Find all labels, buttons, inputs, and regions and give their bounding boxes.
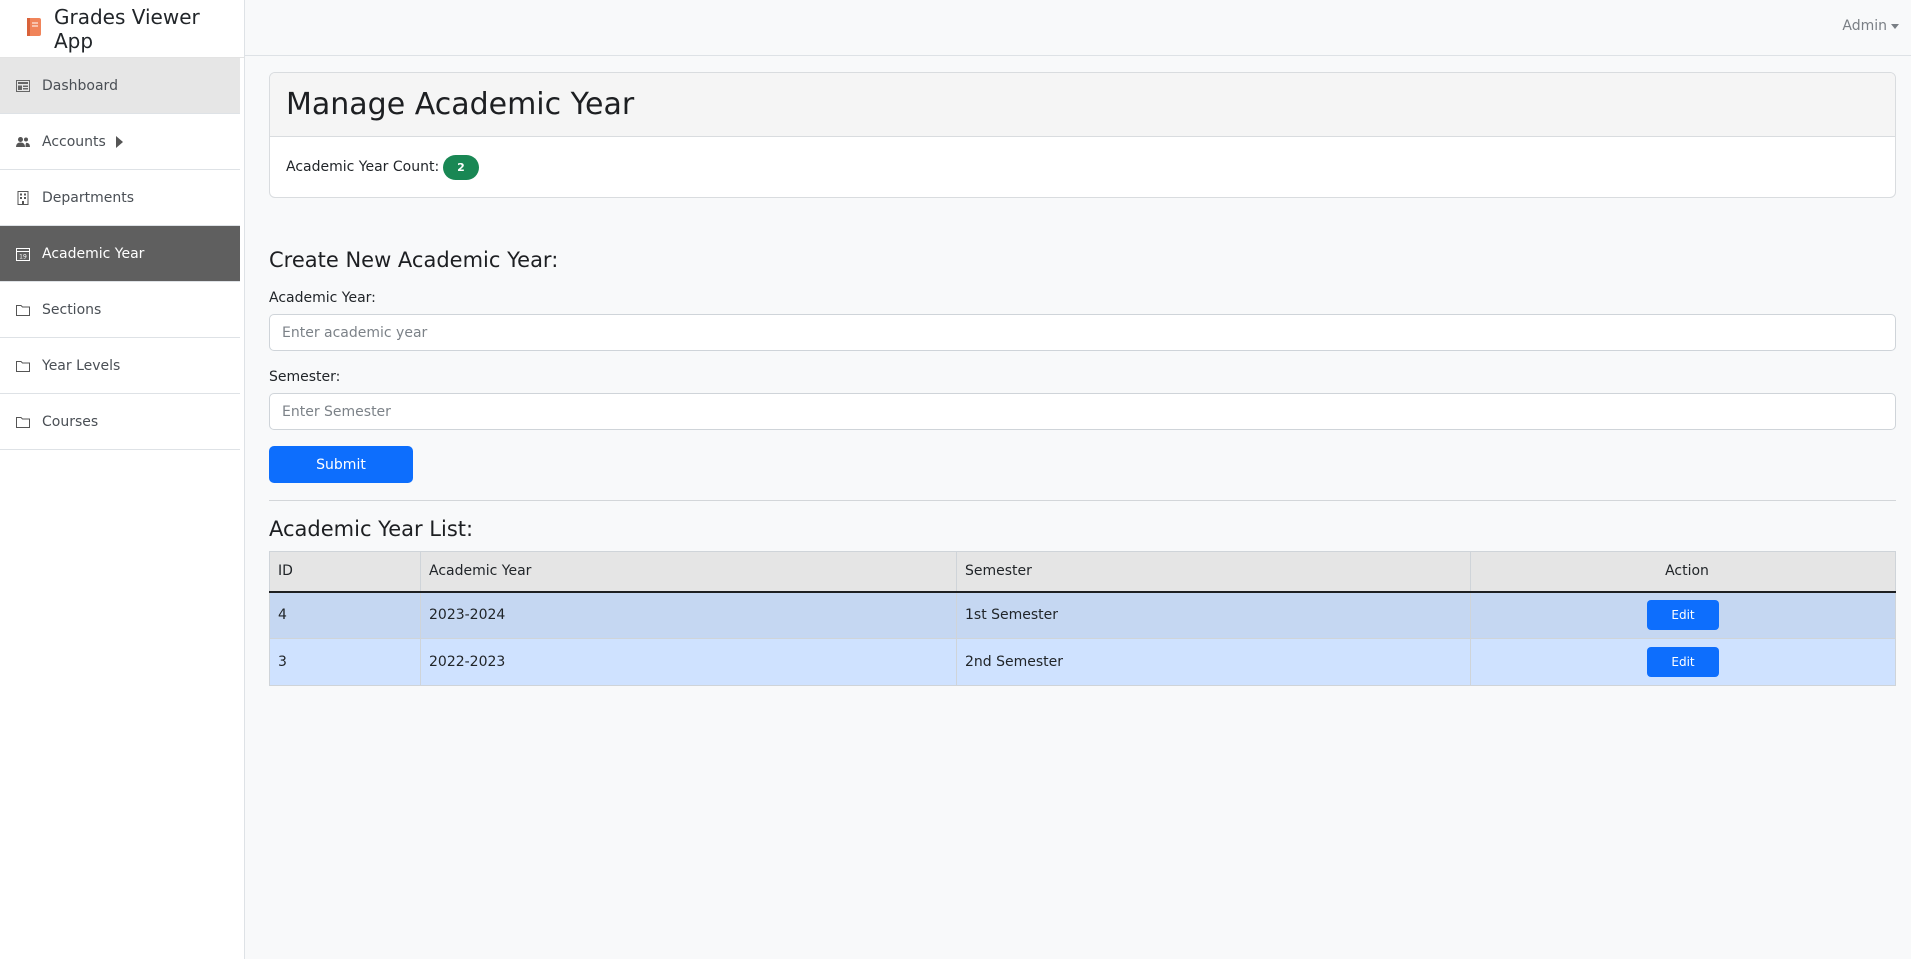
list-title: Academic Year List: [269, 517, 474, 541]
table-header-row: ID Academic Year Semester Action [269, 551, 1896, 593]
cell-semester: 1st Semester [956, 591, 1471, 639]
sidebar-item-academic-year[interactable]: 19 Academic Year [0, 226, 240, 282]
submit-button[interactable]: Submit [269, 446, 413, 483]
folder-icon [16, 303, 30, 317]
summary-card: Manage Academic Year Academic Year Count… [269, 72, 1896, 198]
sidebar-item-label: Courses [42, 413, 99, 430]
cell-action: Edit [1470, 638, 1896, 686]
count-label: Academic Year Count: [286, 159, 440, 175]
cell-academic-year: 2023-2024 [420, 591, 957, 639]
card-header: Manage Academic Year [270, 73, 1895, 137]
folder-icon [16, 359, 30, 373]
users-icon [16, 135, 30, 149]
column-header-semester: Semester [956, 551, 1471, 593]
sidebar-item-label: Academic Year [42, 245, 145, 262]
main-content: Manage Academic Year Academic Year Count… [269, 72, 1896, 686]
sidebar-item-label: Sections [42, 301, 102, 318]
card-body: Academic Year Count: 2 [270, 137, 1895, 197]
column-header-id: ID [269, 551, 421, 593]
cell-semester: 2nd Semester [956, 638, 1471, 686]
building-icon [16, 190, 30, 205]
table-row: 3 2022-2023 2nd Semester Edit [269, 638, 1896, 686]
svg-text:19: 19 [19, 253, 27, 260]
column-header-action: Action [1470, 551, 1896, 593]
edit-button[interactable]: Edit [1647, 647, 1719, 677]
sidebar-item-departments[interactable]: Departments [0, 170, 240, 226]
cell-id: 3 [269, 638, 421, 686]
brand[interactable]: Grades Viewer App [0, 0, 244, 58]
folder-icon [16, 415, 30, 429]
sidebar-item-dashboard[interactable]: Dashboard [0, 58, 240, 114]
admin-label: Admin [1842, 18, 1887, 34]
column-header-academic-year: Academic Year [420, 551, 957, 593]
book-icon [26, 17, 42, 41]
cell-id: 4 [269, 591, 421, 639]
cell-academic-year: 2022-2023 [420, 638, 957, 686]
sidebar-item-label: Year Levels [42, 357, 121, 374]
sidebar-item-label: Accounts [42, 133, 106, 150]
edit-button[interactable]: Edit [1647, 600, 1719, 631]
table-row: 4 2023-2024 1st Semester Edit [269, 591, 1896, 639]
academic-year-input[interactable] [269, 314, 1896, 351]
top-navbar: Admin [245, 0, 1911, 56]
semester-label: Semester: [269, 369, 341, 385]
sidebar-item-year-levels[interactable]: Year Levels [0, 338, 240, 394]
academic-year-table: ID Academic Year Semester Action 4 2023-… [269, 551, 1896, 686]
sidebar-item-courses[interactable]: Courses [0, 394, 240, 450]
caret-right-icon [115, 135, 123, 148]
sidebar-item-label: Departments [42, 189, 135, 206]
create-title: Create New Academic Year: [269, 248, 559, 272]
count-badge: 2 [443, 154, 479, 180]
cell-action: Edit [1470, 591, 1896, 639]
divider [269, 500, 1896, 501]
sidebar-item-sections[interactable]: Sections [0, 282, 240, 338]
calendar-icon: 19 [16, 247, 30, 261]
app-title: Grades Viewer App [54, 4, 200, 53]
sidebar-item-label: Dashboard [42, 77, 118, 94]
page-title: Manage Academic Year [286, 87, 635, 122]
dashboard-icon [16, 79, 30, 93]
academic-year-label: Academic Year: [269, 290, 376, 306]
sidebar: Grades Viewer App Dashboard Accounts Dep… [0, 0, 245, 959]
admin-dropdown[interactable]: Admin [1842, 18, 1899, 34]
chevron-down-icon [1891, 23, 1899, 29]
sidebar-item-accounts[interactable]: Accounts [0, 114, 240, 170]
semester-input[interactable] [269, 393, 1896, 430]
